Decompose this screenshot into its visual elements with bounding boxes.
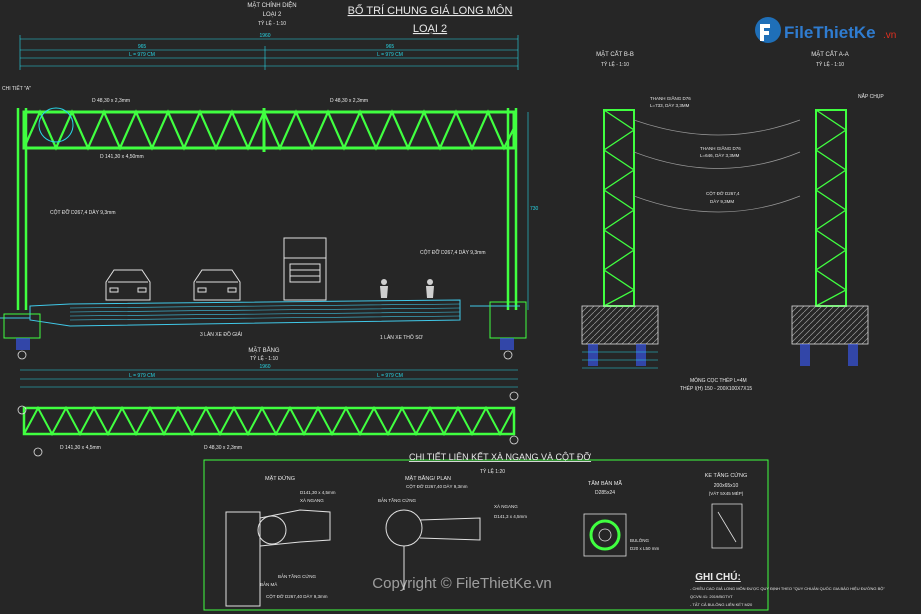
detail-title: CHI TIẾT LIÊN KẾT XÀ NGANG VÀ CỘT ĐỠ [409,452,591,462]
front-truss [22,108,516,152]
drawing-canvas: BỐ TRÍ CHUNG GIÁ LONG MÔN LOẠI 2 FileThi… [0,1,896,611]
section-b-bar2b: L=646, DÀY 3,3MM [700,152,740,158]
section-b-column: CỘT ĐỠ D267,4 [706,190,740,196]
detail-scale: TỶ LỆ 1:20 [480,467,505,475]
front-pipe-chord: D 141,30 x 4,50mm [100,154,144,160]
detail-elevation-drawing [225,509,331,607]
dim-height: 730 [530,206,539,212]
section-a-tower [814,109,848,307]
lanes-right-label: 1 LÀN XE THÔ SƠ [380,334,424,341]
plan-truss [22,405,516,437]
road-surface [0,299,520,327]
section-a-scale: TỶ LỆ - 1:10 [816,60,844,68]
section-b-bar2: THANH GIẰNG D76 [700,144,741,151]
section-b-title: MẶT CẮT B-B [596,50,634,58]
front-view-subtitle: LOẠI 2 [263,12,282,18]
dim-half-left: 965 [138,44,147,50]
detail-plate-title: TẤM BẢN MÃ [588,480,623,487]
dim-span-left: L = 979 CM [129,52,155,58]
front-pipe-top-left: D 48,30 x 2,3mm [92,98,130,104]
svg-text:.vn: .vn [883,30,896,41]
notes-title: GHI CHÚ: [695,570,741,583]
front-view-scale: TỶ LỆ - 1:10 [258,19,286,27]
detail-elevation-title: MẶT ĐỨNG [265,475,295,482]
front-column-right-label: CỘT ĐỠ D267,4 DÀY 9,3mm [420,249,486,256]
svg-text:BẢN TẦNG CỨNG: BẢN TẦNG CỨNG [278,573,317,579]
dim-plan-left: L = 979 CM [129,373,155,379]
section-b-foundation [581,305,659,345]
plan-view-title: MẶT BẰNG [248,346,280,354]
dim-total-plan: 1960 [259,364,270,370]
detail-plan-title: MẶT BẰNG/ PLAN [405,474,451,482]
front-column-label: CỘT ĐỠ D267,4 DÀY 9,3mm [50,209,116,216]
svg-text:XÀ NGANG: XÀ NGANG [300,497,324,503]
svg-text:CỘT ĐỠ D267,40 DÀY 9,3mm: CỘT ĐỠ D267,40 DÀY 9,3mm [406,483,468,489]
section-a-cap: NẮP CHỤP [858,92,884,100]
svg-text:D141,3 x 4,5mm: D141,3 x 4,5mm [494,514,527,519]
dim-total-front: 1960 [259,33,270,39]
cyclist-icon [426,279,434,298]
dim-plan-right: L = 979 CM [377,373,403,379]
svg-text:200x65x10: 200x65x10 [714,483,739,489]
svg-text:(VÁT 5X45 MÉP): (VÁT 5X45 MÉP) [709,490,744,496]
svg-text:BẢN MÃ: BẢN MÃ [260,581,277,587]
main-title: BỐ TRÍ CHUNG GIÁ LONG MÔN [348,3,513,17]
section-b-scale: TỶ LỆ - 1:10 [601,60,629,68]
plan-view-scale: TỶ LỆ - 1:10 [250,354,278,362]
lanes-left-label: 3 LÀN XE ĐỒ GIẢI [200,331,242,338]
plan-dimension-lines [20,369,518,388]
svg-text:D285x24: D285x24 [595,490,615,496]
svg-text:BẢN TẦNG CỨNG: BẢN TẦNG CỨNG [378,497,417,503]
truck-icon [283,237,327,301]
notes-line1: - CHIỀU CAO GIÁ LONG MÔN ĐƯỢC QUY ĐỊNH T… [690,586,885,591]
plate-drawing [583,513,627,557]
detail-a-label: CHI TIẾT "A" [2,85,31,92]
front-view-title: MẶT CHÍNH DIỆN [247,1,296,9]
front-dimension-lines [19,35,519,70]
section-a-title: MẶT CẮT A-A [811,50,848,58]
section-a-foundation [791,305,869,345]
svg-text:D141,30 x 4,5mm: D141,30 x 4,5mm [300,490,336,495]
front-pipe-top-right: D 48,30 x 2,3mm [330,98,368,104]
stiffener-drawing [711,503,743,549]
main-subtitle: LOẠI 2 [413,23,447,35]
car-icon [193,269,241,301]
filethietke-logo: FileThietKe .vn [755,17,896,43]
car-icon [105,269,151,301]
plan-pipe-b: D 48,30 x 2,3mm [204,445,242,451]
svg-text:BULÔNG: BULÔNG [630,537,650,543]
dim-half-right: 965 [386,44,395,50]
copyright-watermark: Copyright © FileThietKe.vn [372,575,551,592]
section-b-column2: DÀY 9,3MM [710,198,734,204]
notes-line3: - TẤT CẢ BULÔNG LIÊN KẾT M20 [690,602,753,607]
svg-text:FileThietKe: FileThietKe [784,23,876,42]
svg-text:CỘT ĐỠ D267,40 DÀY 9,3mm: CỘT ĐỠ D267,40 DÀY 9,3mm [266,593,328,599]
pedestrian-icon [380,279,388,298]
svg-text:D20 x L50 mm: D20 x L50 mm [630,546,660,551]
section-b-bar1b: L=733, DÀY 3,3MM [650,102,690,108]
section-b-left-tower [602,109,636,307]
plan-pipe-a: D 141,30 x 4,5mm [60,445,101,451]
foundation-note-2: THÉP I(H) 150 - 200X100X7X15 [680,385,752,392]
section-b-bar1: THANH GIẰNG D76 [650,94,691,101]
svg-text:XÀ NGANG: XÀ NGANG [494,503,518,509]
notes-line2: QCVN 41: 2019/BGTVT [690,594,733,599]
dim-span-right: L = 979 CM [377,52,403,58]
foundation-note-1: MÓNG CỌC THÉP L=4M [690,377,747,384]
detail-stiffener-title: KE TĂNG CỨNG [705,472,748,479]
